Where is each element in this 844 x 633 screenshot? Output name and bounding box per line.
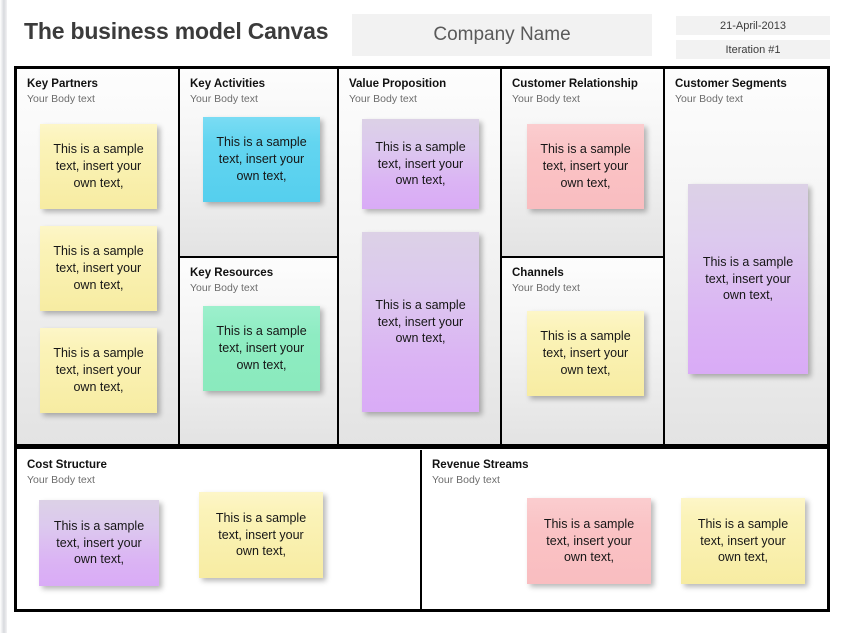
sticky-note-text: This is a sample text, insert your own t… — [53, 346, 144, 394]
sticky-note[interactable]: This is a sample text, insert your own t… — [362, 119, 479, 209]
iteration-field[interactable]: Iteration #1 — [676, 40, 830, 59]
block-title-revenue-streams: Revenue Streams — [432, 459, 529, 471]
block-subtitle-value-proposition: Your Body text — [349, 93, 417, 105]
page-left-edge — [0, 0, 7, 633]
divider-vertical-bottom — [420, 450, 422, 609]
block-channels[interactable]: Channels Your Body text This is a sample… — [502, 258, 663, 444]
divider-vertical-col4 — [663, 69, 665, 444]
block-value-proposition[interactable]: Value Proposition Your Body text This is… — [339, 69, 500, 444]
sticky-note[interactable]: This is a sample text, insert your own t… — [40, 124, 157, 209]
company-name-field[interactable]: Company Name — [352, 14, 652, 56]
company-name-text: Company Name — [433, 24, 571, 45]
sticky-note-text: This is a sample text, insert your own t… — [702, 254, 794, 303]
block-cost-structure[interactable]: Cost Structure Your Body text This is a … — [17, 450, 420, 609]
canvas-frame: Key Partners Your Body text This is a sa… — [14, 66, 830, 612]
sticky-note[interactable]: This is a sample text, insert your own t… — [203, 117, 320, 202]
sticky-note-text: This is a sample text, insert your own t… — [375, 139, 466, 188]
block-subtitle-key-resources: Your Body text — [190, 282, 258, 294]
block-title-cost-structure: Cost Structure — [27, 459, 107, 471]
block-revenue-streams[interactable]: Revenue Streams Your Body text This is a… — [422, 450, 827, 609]
sticky-note-text: This is a sample text, insert your own t… — [53, 244, 144, 292]
sticky-note-text: This is a sample text, insert your own t… — [53, 518, 145, 567]
sticky-note[interactable]: This is a sample text, insert your own t… — [362, 232, 479, 412]
block-title-customer-segments: Customer Segments — [675, 78, 787, 90]
sticky-note-text: This is a sample text, insert your own t… — [375, 297, 466, 346]
sticky-note-text: This is a sample text, insert your own t… — [216, 324, 307, 372]
block-subtitle-key-partners: Your Body text — [27, 93, 95, 105]
sticky-note-text: This is a sample text, insert your own t… — [216, 135, 307, 183]
sticky-note-text: This is a sample text, insert your own t… — [540, 142, 631, 190]
block-subtitle-cost-structure: Your Body text — [27, 474, 95, 486]
block-title-channels: Channels — [512, 267, 564, 279]
block-subtitle-channels: Your Body text — [512, 282, 580, 294]
block-key-activities[interactable]: Key Activities Your Body text This is a … — [180, 69, 337, 256]
date-field[interactable]: 21-April-2013 — [676, 16, 830, 35]
sticky-note[interactable]: This is a sample text, insert your own t… — [527, 311, 644, 396]
block-customer-relationship[interactable]: Customer Relationship Your Body text Thi… — [502, 69, 663, 256]
block-title-key-activities: Key Activities — [190, 78, 265, 90]
sticky-note-text: This is a sample text, insert your own t… — [215, 510, 307, 559]
sticky-note-text: This is a sample text, insert your own t… — [697, 516, 789, 565]
block-subtitle-customer-segments: Your Body text — [675, 93, 743, 105]
block-key-partners[interactable]: Key Partners Your Body text This is a sa… — [17, 69, 178, 444]
sticky-note[interactable]: This is a sample text, insert your own t… — [40, 328, 157, 413]
block-customer-segments[interactable]: Customer Segments Your Body text This is… — [665, 69, 827, 444]
page-title: The business model Canvas — [24, 18, 329, 44]
sticky-note[interactable]: This is a sample text, insert your own t… — [39, 500, 159, 586]
sticky-note[interactable]: This is a sample text, insert your own t… — [40, 226, 157, 311]
business-model-canvas-page: The business model Canvas Company Name 2… — [0, 0, 844, 633]
block-title-customer-relationship: Customer Relationship — [512, 78, 638, 90]
sticky-note-text: This is a sample text, insert your own t… — [540, 329, 631, 377]
sticky-note-text: This is a sample text, insert your own t… — [53, 142, 144, 190]
sticky-note[interactable]: This is a sample text, insert your own t… — [527, 124, 644, 209]
header: The business model Canvas Company Name 2… — [0, 0, 844, 60]
block-subtitle-revenue-streams: Your Body text — [432, 474, 500, 486]
divider-vertical-col2 — [337, 69, 339, 444]
sticky-note[interactable]: This is a sample text, insert your own t… — [203, 306, 320, 391]
block-subtitle-key-activities: Your Body text — [190, 93, 258, 105]
block-title-key-partners: Key Partners — [27, 78, 98, 90]
block-title-value-proposition: Value Proposition — [349, 78, 447, 90]
sticky-note[interactable]: This is a sample text, insert your own t… — [527, 498, 651, 584]
block-title-key-resources: Key Resources — [190, 267, 274, 279]
sticky-note-text: This is a sample text, insert your own t… — [543, 516, 635, 565]
block-subtitle-customer-relationship: Your Body text — [512, 93, 580, 105]
sticky-note[interactable]: This is a sample text, insert your own t… — [199, 492, 323, 578]
block-key-resources[interactable]: Key Resources Your Body text This is a s… — [180, 258, 337, 444]
divider-horizontal-main — [17, 444, 827, 449]
divider-horizontal-relationship-channels — [502, 256, 663, 258]
sticky-note[interactable]: This is a sample text, insert your own t… — [688, 184, 808, 374]
divider-horizontal-key-activities-resources — [180, 256, 337, 258]
sticky-note[interactable]: This is a sample text, insert your own t… — [681, 498, 805, 584]
